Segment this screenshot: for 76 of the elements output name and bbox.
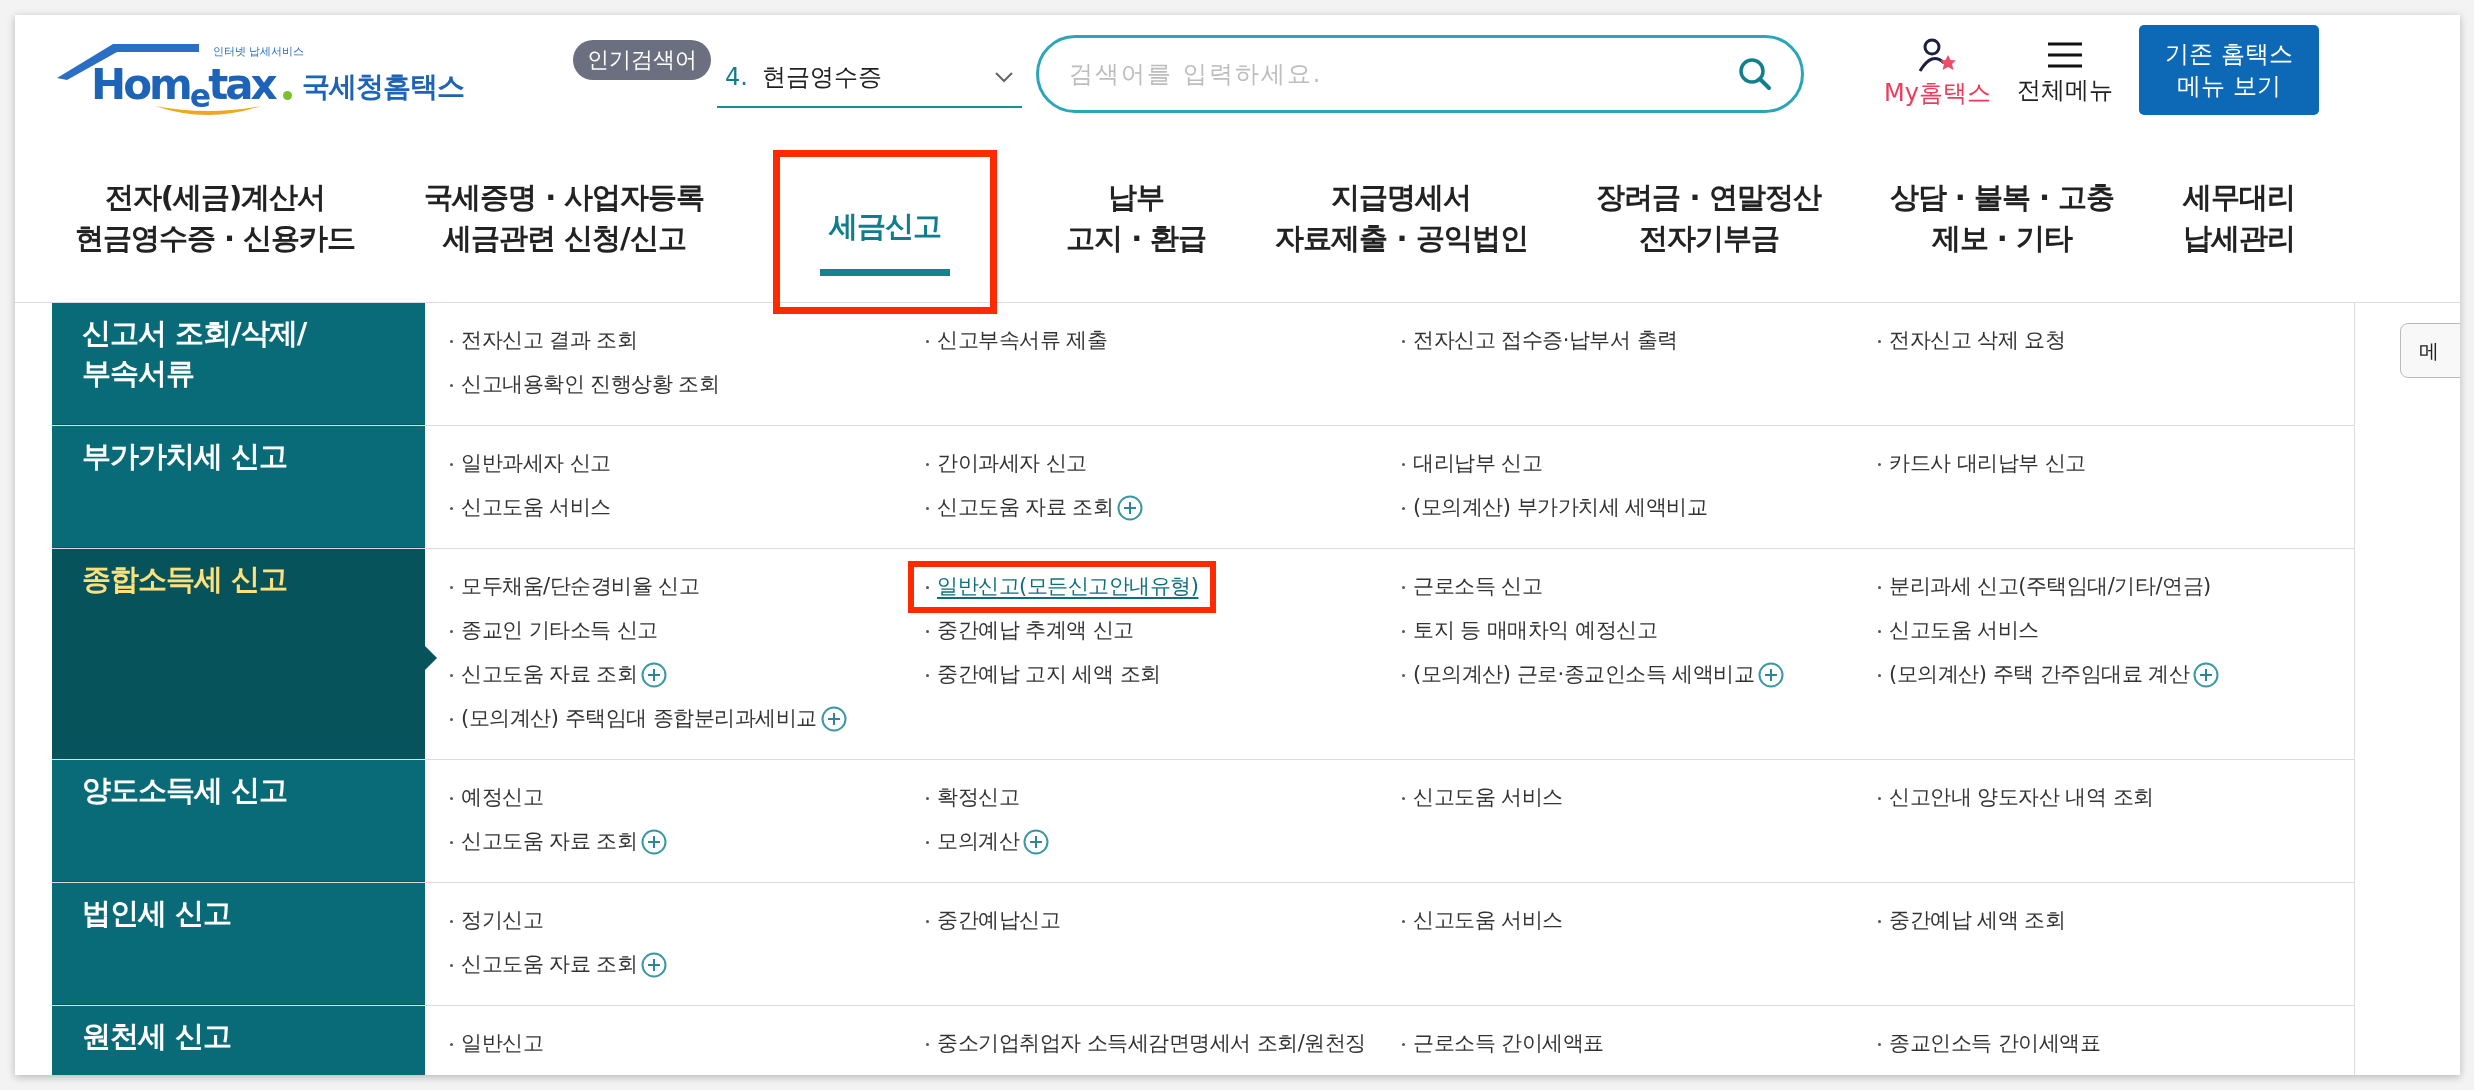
menu-link[interactable]: 중간예납신고 (926, 905, 1060, 937)
menu-link[interactable]: 신고도움 자료 조회 (450, 949, 638, 981)
menu-link[interactable]: 신고부속서류 제출 (926, 325, 1108, 357)
menu-link[interactable]: 신고내용확인 진행상황 조회 (450, 369, 720, 401)
section-title-cell[interactable]: 부가가치세 신고 (52, 426, 425, 548)
menu-link[interactable]: 분리과세 신고(주택임대/기타/연금) (1878, 571, 2211, 603)
menu-link[interactable]: 일반신고(모든신고안내유형) (926, 571, 1199, 603)
menu-link[interactable]: 대리납부 신고 (1402, 448, 1543, 480)
menu-icon (2046, 40, 2083, 70)
menu-link[interactable]: 근로소득 간이세액표 (1402, 1028, 1604, 1060)
old-menu-button[interactable]: 기존 홈택스 메뉴 보기 (2138, 25, 2319, 115)
logo-tagline: 인터넷 납세서비스 (213, 44, 305, 60)
menu-link[interactable]: 중간예납 추계액 신고 (926, 615, 1134, 647)
menu-link[interactable]: 근로소득 신고 (1402, 571, 1543, 603)
menu-link[interactable]: 예정신고 (450, 782, 543, 814)
menu-link[interactable]: 확정신고 (926, 782, 1019, 814)
menu-link[interactable]: 카드사 대리납부 신고 (1878, 448, 2086, 480)
expand-button[interactable] (2193, 662, 2220, 688)
expand-button[interactable] (1117, 495, 1144, 521)
menu-link[interactable]: 모두채움/단순경비율 신고 (450, 571, 700, 603)
menu-link[interactable]: (모의계산) 부가가치세 세액비교 (1402, 492, 1708, 524)
logo-name: 국세청홈택스 (301, 70, 464, 104)
utility-link[interactable]: My홈택스 (1884, 37, 1991, 111)
logo-wordmark: Hom$_{e}$tax (91, 62, 275, 108)
menu-link[interactable]: 신고도움 서비스 (1878, 615, 2039, 647)
section-title-cell[interactable]: 양도소득세 신고 (52, 760, 425, 882)
menu-link[interactable]: 종교인소득 간이세액표 (1878, 1028, 2101, 1060)
menu-link[interactable]: 중간예납 세액 조회 (1878, 905, 2066, 937)
search-field[interactable]: 검색어를 입력하세요. (1036, 35, 1804, 113)
nav-tab[interactable]: 납부 고지 · 환급 (1066, 133, 1207, 302)
menu-link[interactable]: 전자신고 삭제 요청 (1878, 325, 2066, 357)
menu-link[interactable]: 신고도움 서비스 (1402, 905, 1563, 937)
nav-tab[interactable]: 지급명세서 자료제출 · 공익법인 (1275, 133, 1528, 302)
nav-tab[interactable]: 상담 · 불복 · 고충 제보 · 기타 (1889, 133, 2115, 302)
expand-button[interactable] (641, 662, 668, 688)
expand-button[interactable] (641, 829, 668, 855)
menu-link[interactable]: 모의계산 (926, 826, 1019, 858)
menu-link[interactable]: 토지 등 매매차익 예정신고 (1402, 615, 1658, 647)
side-menu-button[interactable]: 메 (2400, 323, 2460, 378)
utility-link[interactable]: 전체메뉴 (2016, 40, 2113, 108)
menu-link[interactable]: 신고도움 서비스 (1402, 782, 1563, 814)
expand-button[interactable] (1758, 662, 1785, 688)
nav-tab[interactable]: 장려금 · 연말정산 전자기부금 (1596, 133, 1821, 302)
menu-link[interactable]: 중소기업취업자 소득세감면명세서 조회/원천징 (926, 1028, 1366, 1060)
menu-link[interactable]: (모의계산) 주택 간주임대료 계산 (1878, 659, 2190, 691)
chevron-down-icon (994, 71, 1014, 83)
section-title-cell[interactable]: 신고서 조회/삭제/ 부속서류 (52, 303, 425, 425)
menu-link[interactable]: 신고도움 서비스 (450, 492, 611, 524)
menu-link[interactable]: 정기신고 (450, 905, 543, 937)
menu-link[interactable]: 신고도움 자료 조회 (926, 492, 1114, 524)
menu-link[interactable]: 중간예납 고지 세액 조회 (926, 659, 1161, 691)
nav-tab[interactable]: 국세증명 · 사업자등록 세금관련 신청/신고 (424, 133, 705, 302)
menu-link[interactable]: 전자신고 접수증·납부서 출력 (1402, 325, 1678, 357)
expand-button[interactable] (1023, 829, 1049, 855)
pointer-icon (425, 646, 437, 670)
nav-tab[interactable]: 세금신고 (780, 157, 991, 307)
menu-link[interactable]: 종교인 기타소득 신고 (450, 615, 658, 647)
section-title-cell[interactable]: 법인세 신고 (52, 883, 425, 1005)
nav-tab[interactable]: 세무대리 납세관리 (2182, 133, 2295, 302)
popular-badge: 인기검색어 (573, 40, 711, 80)
search-icon[interactable] (1738, 57, 1772, 91)
menu-link[interactable]: (모의계산) 근로·종교인소득 세액비교 (1402, 659, 1755, 691)
menu-link[interactable]: 일반신고 (450, 1028, 543, 1060)
menu-link[interactable]: 간이과세자 신고 (926, 448, 1087, 480)
user-star-icon (1917, 37, 1958, 73)
popular-dropdown[interactable]: 4. 현금영수증 (717, 48, 1022, 108)
menu-link[interactable]: (모의계산) 주택임대 종합분리과세비교 (450, 703, 817, 735)
expand-button[interactable] (641, 952, 668, 978)
menu-link[interactable]: 일반과세자 신고 (450, 448, 611, 480)
section-title-cell[interactable]: 원천세 신고 (52, 1006, 425, 1075)
menu-link[interactable]: 신고도움 자료 조회 (450, 659, 638, 691)
menu-link[interactable]: 신고안내 양도자산 내역 조회 (1878, 782, 2154, 814)
expand-button[interactable] (820, 706, 847, 732)
menu-link[interactable]: 신고도움 자료 조회 (450, 826, 638, 858)
menu-link[interactable]: 전자신고 결과 조회 (450, 325, 638, 357)
nav-tab[interactable]: 전자(세금)계산서 현금영수증 · 신용카드 (75, 133, 356, 302)
